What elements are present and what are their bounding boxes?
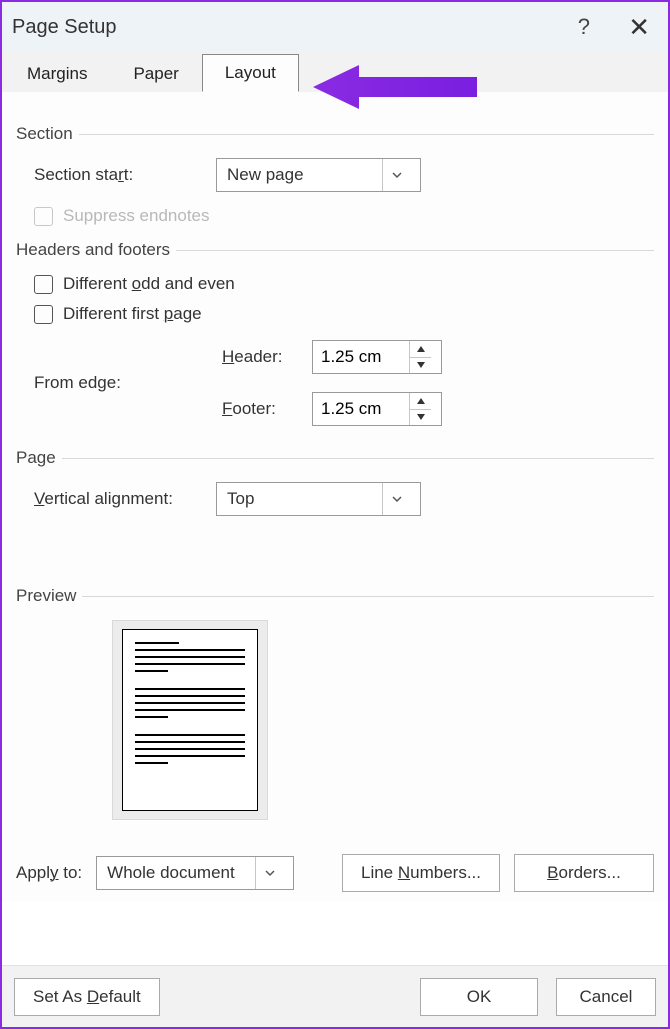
group-label: Section bbox=[16, 124, 79, 144]
line-numbers-button[interactable]: Line Numbers... bbox=[342, 854, 500, 892]
footer-spinner[interactable] bbox=[312, 392, 442, 426]
diff-odd-even-label: Different odd and even bbox=[63, 274, 235, 294]
group-page: Page bbox=[16, 448, 654, 468]
group-label: Page bbox=[16, 448, 62, 468]
title-bar: Page Setup ? ✕ bbox=[2, 2, 668, 52]
spinner-up-icon[interactable] bbox=[410, 393, 431, 410]
divider bbox=[82, 596, 654, 597]
dialog-title: Page Setup bbox=[12, 16, 117, 39]
from-edge-label: From edge: bbox=[34, 373, 222, 393]
header-spinner[interactable] bbox=[312, 340, 442, 374]
tab-margins[interactable]: Margins bbox=[4, 55, 110, 92]
section-start-label: Section start: bbox=[34, 165, 216, 185]
cancel-button[interactable]: Cancel bbox=[556, 978, 656, 1016]
diff-first-page-checkbox[interactable] bbox=[34, 305, 53, 324]
tab-label: Paper bbox=[133, 64, 178, 83]
ok-button[interactable]: OK bbox=[420, 978, 538, 1016]
spinner-down-icon[interactable] bbox=[410, 410, 431, 426]
chevron-down-icon bbox=[255, 857, 283, 889]
close-button[interactable]: ✕ bbox=[628, 12, 650, 43]
preview-area bbox=[16, 620, 654, 820]
section-start-select[interactable]: New page bbox=[216, 158, 421, 192]
diff-first-page-label: Different first page bbox=[63, 304, 202, 324]
tab-label: Layout bbox=[225, 63, 276, 82]
divider bbox=[62, 458, 654, 459]
tab-label: Margins bbox=[27, 64, 87, 83]
group-preview: Preview bbox=[16, 586, 654, 606]
dialog-content: Section Section start: New page Suppress… bbox=[2, 92, 668, 902]
footer-input[interactable] bbox=[313, 393, 409, 425]
group-section: Section bbox=[16, 124, 654, 144]
select-value: Top bbox=[227, 489, 374, 509]
dialog-footer: Set As Default OK Cancel bbox=[2, 965, 668, 1027]
apply-to-select[interactable]: Whole document bbox=[96, 856, 294, 890]
group-headers-footers: Headers and footers bbox=[16, 240, 654, 260]
preview-page-frame bbox=[112, 620, 268, 820]
spinner-down-icon[interactable] bbox=[410, 358, 431, 374]
tab-paper[interactable]: Paper bbox=[110, 55, 201, 92]
preview-page-icon bbox=[122, 629, 258, 811]
suppress-endnotes-checkbox bbox=[34, 207, 53, 226]
borders-button[interactable]: Borders... bbox=[514, 854, 654, 892]
header-input[interactable] bbox=[313, 341, 409, 373]
valign-select[interactable]: Top bbox=[216, 482, 421, 516]
select-value: New page bbox=[227, 165, 374, 185]
select-value: Whole document bbox=[107, 863, 247, 883]
group-label: Headers and footers bbox=[16, 240, 176, 260]
footer-label: Footer: bbox=[222, 399, 276, 419]
valign-label: Vertical alignment: bbox=[34, 489, 216, 509]
spinner-up-icon[interactable] bbox=[410, 341, 431, 358]
suppress-endnotes-label: Suppress endnotes bbox=[63, 206, 210, 226]
set-as-default-button[interactable]: Set As Default bbox=[14, 978, 160, 1016]
header-label: Header: bbox=[222, 347, 282, 367]
tab-strip: Margins Paper Layout bbox=[2, 52, 668, 92]
diff-odd-even-checkbox[interactable] bbox=[34, 275, 53, 294]
divider bbox=[79, 134, 654, 135]
chevron-down-icon bbox=[382, 483, 410, 515]
tab-layout[interactable]: Layout bbox=[202, 54, 299, 92]
help-button[interactable]: ? bbox=[578, 14, 590, 40]
chevron-down-icon bbox=[382, 159, 410, 191]
apply-to-label: Apply to: bbox=[16, 863, 82, 883]
group-label: Preview bbox=[16, 586, 82, 606]
divider bbox=[176, 250, 654, 251]
